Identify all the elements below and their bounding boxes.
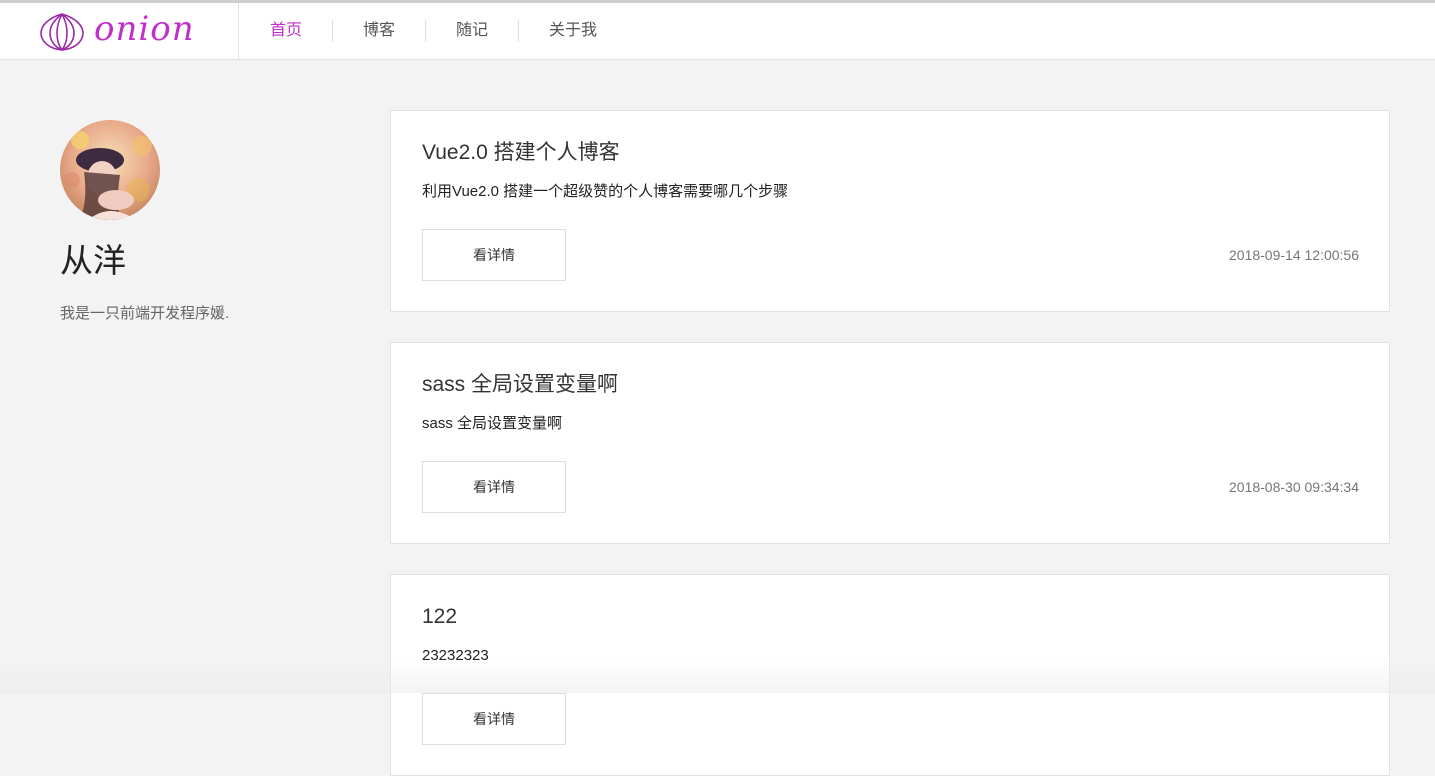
avatar — [60, 120, 160, 220]
view-details-button[interactable]: 看详情 — [422, 693, 566, 745]
nav-home[interactable]: 首页 — [240, 3, 332, 59]
nav-notes[interactable]: 随记 — [426, 3, 518, 59]
post-date: 2018-08-30 09:34:34 — [1229, 479, 1359, 495]
profile-name: 从洋 — [60, 242, 126, 279]
profile-bio: 我是一只前端开发程序媛. — [60, 305, 230, 322]
post-card: Vue2.0 搭建个人博客 利用Vue2.0 搭建一个超级赞的个人博客需要哪几个… — [390, 110, 1390, 312]
brand-name: onion — [94, 9, 195, 49]
post-title[interactable]: sass 全局设置变量啊 — [422, 371, 618, 399]
site-logo[interactable]: onion — [0, 3, 239, 59]
view-details-button[interactable]: 看详情 — [422, 229, 566, 281]
post-title[interactable]: 122 — [422, 603, 457, 631]
post-title[interactable]: Vue2.0 搭建个人博客 — [422, 139, 620, 167]
nav-blog[interactable]: 博客 — [333, 3, 425, 59]
post-summary: sass 全局设置变量啊 — [422, 415, 563, 432]
post-date: 2018-09-14 12:00:56 — [1229, 247, 1359, 263]
post-card: sass 全局设置变量啊 sass 全局设置变量啊 看详情 2018-08-30… — [390, 342, 1390, 544]
post-card: 122 23232323 看详情 — [390, 574, 1390, 776]
nav-about[interactable]: 关于我 — [519, 3, 627, 59]
post-summary: 23232323 — [422, 647, 489, 664]
site-header: onion 首页 博客 随记 关于我 — [0, 3, 1435, 60]
main-nav: 首页 博客 随记 关于我 — [240, 3, 627, 59]
post-summary: 利用Vue2.0 搭建一个超级赞的个人博客需要哪几个步骤 — [422, 183, 789, 200]
onion-icon — [40, 13, 84, 51]
view-details-button[interactable]: 看详情 — [422, 461, 566, 513]
profile-sidebar: 从洋 我是一只前端开发程序媛. — [60, 120, 320, 324]
